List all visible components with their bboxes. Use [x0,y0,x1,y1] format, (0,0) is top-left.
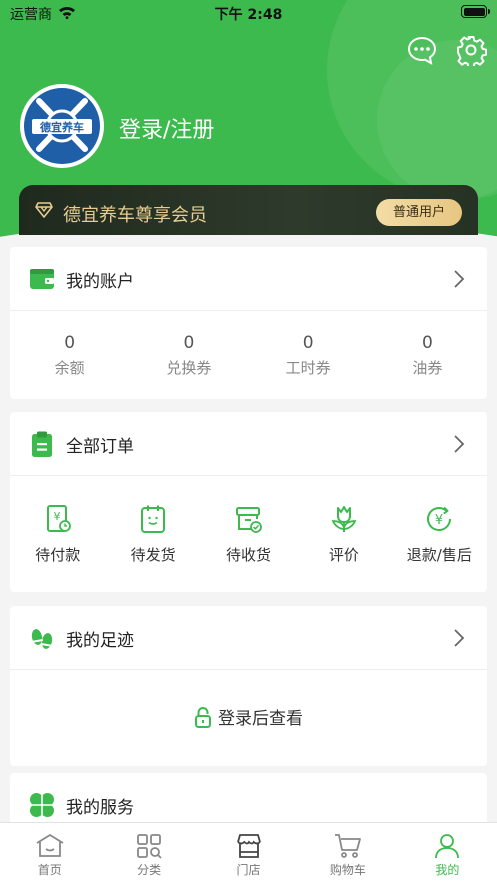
vip-membership-bar[interactable]: 德宜养车尊享会员 普通用户 [19,185,478,235]
stat-value: 0 [64,333,76,353]
login-to-view[interactable]: 登录后查看 [10,670,487,766]
login-to-view-label: 登录后查看 [218,709,303,729]
footprint-card: 我的足迹 登录后查看 [10,606,487,766]
tab-label: 购物车 [329,863,366,877]
pending-shipment-icon [141,505,166,533]
chevron-right-icon [454,435,465,453]
tab-store[interactable]: 门店 [199,823,298,883]
profile-header: 德宜养车 登录/注册 德宜养车尊享会员 普通用户 [0,0,497,240]
order-refund[interactable]: ¥ 退款/售后 [392,476,487,592]
wallet-icon [30,269,54,289]
svg-text:¥: ¥ [435,513,443,528]
footprint-header[interactable]: 我的足迹 [10,606,487,670]
status-bar: 运营商 下午 2:48 [0,0,497,26]
chevron-right-icon [454,270,465,288]
order-label: 待发货 [130,546,176,564]
account-card: 我的账户 0 余额 0 兑换券 0 工时券 0 油券 [10,247,487,399]
message-icon[interactable] [406,34,438,66]
clipboard-icon [32,431,52,457]
stat-label: 工时券 [285,359,331,377]
tab-label: 首页 [37,863,62,877]
account-title: 我的账户 [66,272,134,292]
stat-label: 余额 [54,359,85,377]
tab-home[interactable]: 首页 [0,823,99,883]
category-icon [137,834,162,859]
store-icon [236,834,261,858]
tab-cart[interactable]: 购物车 [298,823,397,883]
stat-fuel-voucher[interactable]: 0 油券 [368,311,487,399]
order-label: 退款/售后 [406,546,472,564]
profile-icon [435,834,460,859]
account-stats: 0 余额 0 兑换券 0 工时券 0 油券 [10,311,487,399]
service-title: 我的服务 [66,798,134,818]
stat-value: 0 [421,333,433,353]
bottom-tab-bar: 首页 分类 门店 购物车 我的 [0,822,497,883]
orders-header[interactable]: 全部订单 [10,412,487,476]
battery-icon [461,5,490,18]
lock-icon [195,707,211,728]
home-icon [36,834,64,857]
footprints-icon [30,629,54,649]
stat-value: 0 [183,333,195,353]
tab-label: 我的 [435,863,460,877]
login-register-link[interactable]: 登录/注册 [119,112,214,144]
orders-title: 全部订单 [66,437,134,457]
tab-label: 分类 [137,863,162,877]
vip-level-badge: 普通用户 [376,199,462,226]
order-label: 待收货 [226,546,272,564]
settings-gear-icon[interactable] [455,34,487,66]
stat-value: 0 [302,333,314,353]
svg-text:德宜养车: 德宜养车 [39,120,84,134]
stat-balance[interactable]: 0 余额 [10,311,129,399]
order-pending-shipment[interactable]: 待发货 [105,476,200,592]
vip-title: 德宜养车尊享会员 [63,205,207,226]
tab-profile[interactable]: 我的 [398,823,497,883]
chevron-right-icon [454,629,465,647]
clover-icon [30,793,54,817]
avatar[interactable]: 德宜养车 [20,84,104,168]
order-review[interactable]: 评价 [296,476,391,592]
order-pending-payment[interactable]: ¥ 待付款 [10,476,105,592]
stat-labor-voucher[interactable]: 0 工时券 [249,311,368,399]
order-label: 待付款 [35,546,81,564]
footprint-title: 我的足迹 [66,631,134,651]
tab-label: 门店 [236,863,261,877]
stat-label: 油券 [412,359,443,377]
order-status-row: ¥ 待付款 待发货 待收货 评价 ¥ 退款/售后 [10,476,487,592]
stat-label: 兑换券 [166,359,212,377]
pending-payment-icon: ¥ [46,505,71,532]
status-time: 下午 2:48 [214,7,283,23]
cart-icon [334,834,361,858]
account-header[interactable]: 我的账户 [10,247,487,311]
order-label: 评价 [328,546,359,564]
diamond-icon [35,202,53,218]
order-pending-receipt[interactable]: 待收货 [201,476,296,592]
svg-text:¥: ¥ [53,510,60,523]
tab-category[interactable]: 分类 [99,823,198,883]
brand-logo-icon: 德宜养车 [24,88,100,164]
orders-card: 全部订单 ¥ 待付款 待发货 待收货 评价 ¥ 退款/售后 [10,412,487,592]
refund-icon: ¥ [427,506,452,531]
stat-coupon[interactable]: 0 兑换券 [129,311,248,399]
pending-receipt-icon [235,507,262,533]
review-icon [331,506,357,532]
